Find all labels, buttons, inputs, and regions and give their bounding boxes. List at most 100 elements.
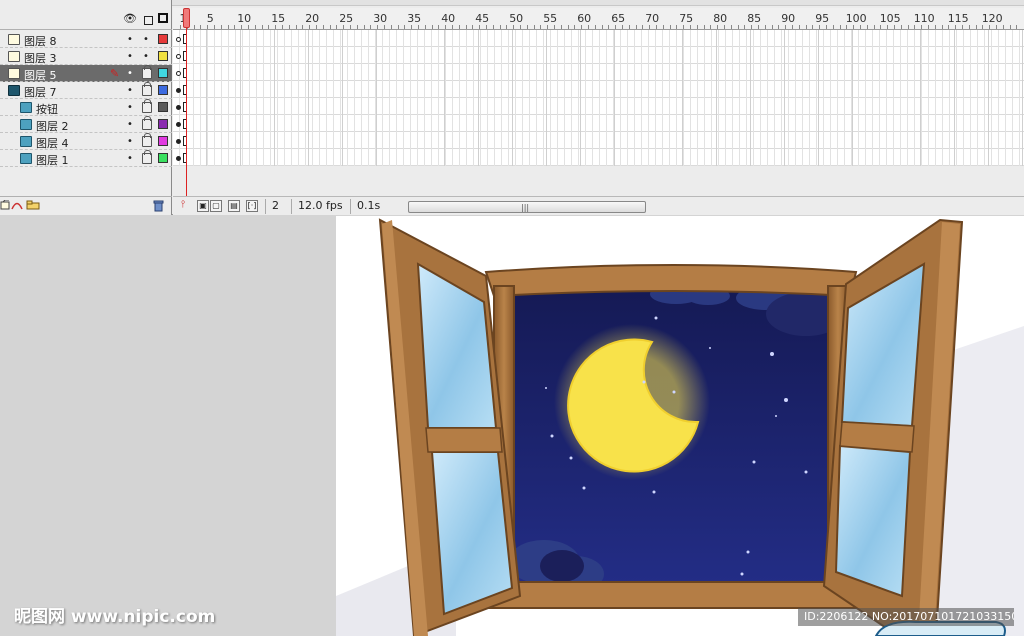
lock-icon[interactable] [142, 82, 152, 96]
visibility-dot[interactable]: • [125, 34, 135, 45]
ruler-tick-label: 20 [305, 12, 320, 25]
timeline-horizontal-scrollbar[interactable]: ||| [408, 201, 646, 213]
trash-icon[interactable] [153, 200, 164, 215]
insert-folder-icon[interactable] [26, 200, 40, 213]
ruler-minor-tick [431, 25, 433, 29]
ruler-minor-tick [404, 25, 406, 29]
outline-color-swatch[interactable] [158, 102, 168, 112]
outline-color-swatch[interactable] [158, 136, 168, 146]
lock-dot[interactable]: • [141, 51, 151, 62]
ruler-minor-tick [900, 25, 902, 29]
visibility-dot[interactable]: • [125, 51, 135, 62]
keyframe-column[interactable] [176, 30, 190, 166]
motion-guide-icon[interactable] [11, 200, 23, 213]
keyframe-marker[interactable] [176, 37, 181, 42]
visibility-dot[interactable]: • [125, 102, 135, 113]
keyframe-marker[interactable] [176, 122, 181, 127]
ruler-minor-tick [615, 25, 617, 29]
outline-color-swatch[interactable] [158, 51, 168, 61]
layer-icon [8, 34, 20, 45]
lock-icon[interactable] [142, 150, 152, 164]
pencil-icon: ✎ [110, 67, 120, 80]
stage-canvas[interactable] [336, 216, 1024, 636]
insert-layer-icon[interactable] [0, 199, 10, 213]
lock-dot[interactable]: • [141, 34, 151, 45]
masked-layer-icon [20, 102, 32, 113]
keyframe-marker[interactable] [176, 54, 181, 59]
ruler-minor-tick [506, 25, 508, 29]
keyframe-marker[interactable] [176, 105, 181, 110]
visibility-dot[interactable]: • [125, 153, 135, 164]
frame-ruler[interactable]: 1510152025303540455055606570758085909510… [173, 8, 1024, 30]
visibility-dot[interactable]: • [125, 68, 135, 79]
window-top-rail [484, 264, 858, 298]
scrollbar-grip-icon: ||| [521, 203, 530, 212]
lock-icon[interactable] [142, 99, 152, 113]
onion-markers-icon[interactable]: [·] [246, 200, 258, 212]
onion-outline-icon[interactable]: ▢ [210, 200, 222, 212]
outline-color-swatch[interactable] [158, 119, 168, 129]
ruler-minor-tick [887, 25, 889, 29]
visibility-dot[interactable]: • [125, 136, 135, 147]
ruler-minor-tick [390, 25, 392, 29]
ruler-tick-label: 105 [879, 12, 901, 25]
lock-icon[interactable] [142, 12, 154, 25]
layer-name: 图层 4 [36, 137, 69, 150]
layer-icon [8, 51, 20, 62]
layer-row[interactable]: 图层 8 • • [0, 31, 172, 48]
layer-row[interactable]: 图层 1 • [0, 150, 172, 167]
layer-name: 图层 3 [24, 52, 57, 65]
center-frame-icon[interactable]: ⫯ [177, 200, 189, 212]
ruler-tick-label: 80 [713, 12, 728, 25]
ruler-minor-tick [601, 25, 603, 29]
layer-row[interactable]: 图层 5 ✎ • [0, 65, 172, 82]
keyframe-marker[interactable] [176, 139, 181, 144]
ruler-minor-tick [751, 25, 753, 29]
lock-icon[interactable] [142, 65, 152, 79]
ruler-minor-tick [730, 25, 732, 29]
lock-icon[interactable] [142, 133, 152, 147]
elapsed-time-field: 0.1s [350, 199, 400, 214]
onion-skin-icon[interactable]: ▣ [197, 200, 209, 212]
stage-area [0, 216, 1024, 636]
ruler-tick-label: 70 [645, 12, 660, 25]
keyframe-marker[interactable] [176, 71, 181, 76]
playhead-marker[interactable] [183, 8, 190, 28]
edit-multiple-frames-icon[interactable]: ▤ [228, 200, 240, 212]
outline-color-swatch[interactable] [158, 85, 168, 95]
timeline-panel: 👁 图层 8 • • 图层 3 • • 图层 5 ✎ • 图层 7 • 按钮 • 图层 2 • 图层 4 • 图层… [0, 0, 1024, 215]
layer-row[interactable]: 图层 2 • [0, 116, 172, 133]
ruler-minor-tick [465, 25, 467, 29]
ruler-minor-tick [717, 25, 719, 29]
ruler-minor-tick [207, 25, 209, 29]
ruler-minor-tick [533, 25, 535, 29]
eye-icon[interactable]: 👁 [123, 12, 137, 25]
outline-color-swatch[interactable] [158, 68, 168, 78]
ruler-minor-tick [227, 25, 229, 29]
keyframe-marker[interactable] [176, 156, 181, 161]
ruler-minor-tick [792, 25, 793, 29]
layer-row[interactable]: 按钮 • [0, 99, 172, 116]
ruler-minor-tick [363, 25, 365, 29]
ruler-minor-tick [567, 25, 569, 29]
ruler-minor-tick [642, 25, 644, 29]
ruler-tick-label: 25 [339, 12, 354, 25]
ruler-minor-tick [968, 25, 970, 29]
keyframe-marker[interactable] [176, 88, 181, 93]
layer-row[interactable]: 图层 3 • • [0, 48, 172, 65]
outline-icon[interactable] [157, 12, 169, 24]
layer-row[interactable]: 图层 7 • [0, 82, 172, 99]
frame-grid[interactable] [173, 30, 1024, 166]
ruler-tick-label: 15 [271, 12, 286, 25]
ruler-minor-tick [268, 25, 270, 29]
frame-rate-field[interactable]: 12.0 fps [291, 199, 351, 214]
visibility-dot[interactable]: • [125, 119, 135, 130]
outline-color-swatch[interactable] [158, 153, 168, 163]
ruler-minor-tick [982, 25, 984, 29]
outline-color-swatch[interactable] [158, 34, 168, 44]
lock-icon[interactable] [142, 116, 152, 130]
visibility-dot[interactable]: • [125, 85, 135, 96]
ruler-minor-tick [656, 25, 657, 29]
layer-row[interactable]: 图层 4 • [0, 133, 172, 150]
ruler-minor-tick [594, 25, 596, 29]
